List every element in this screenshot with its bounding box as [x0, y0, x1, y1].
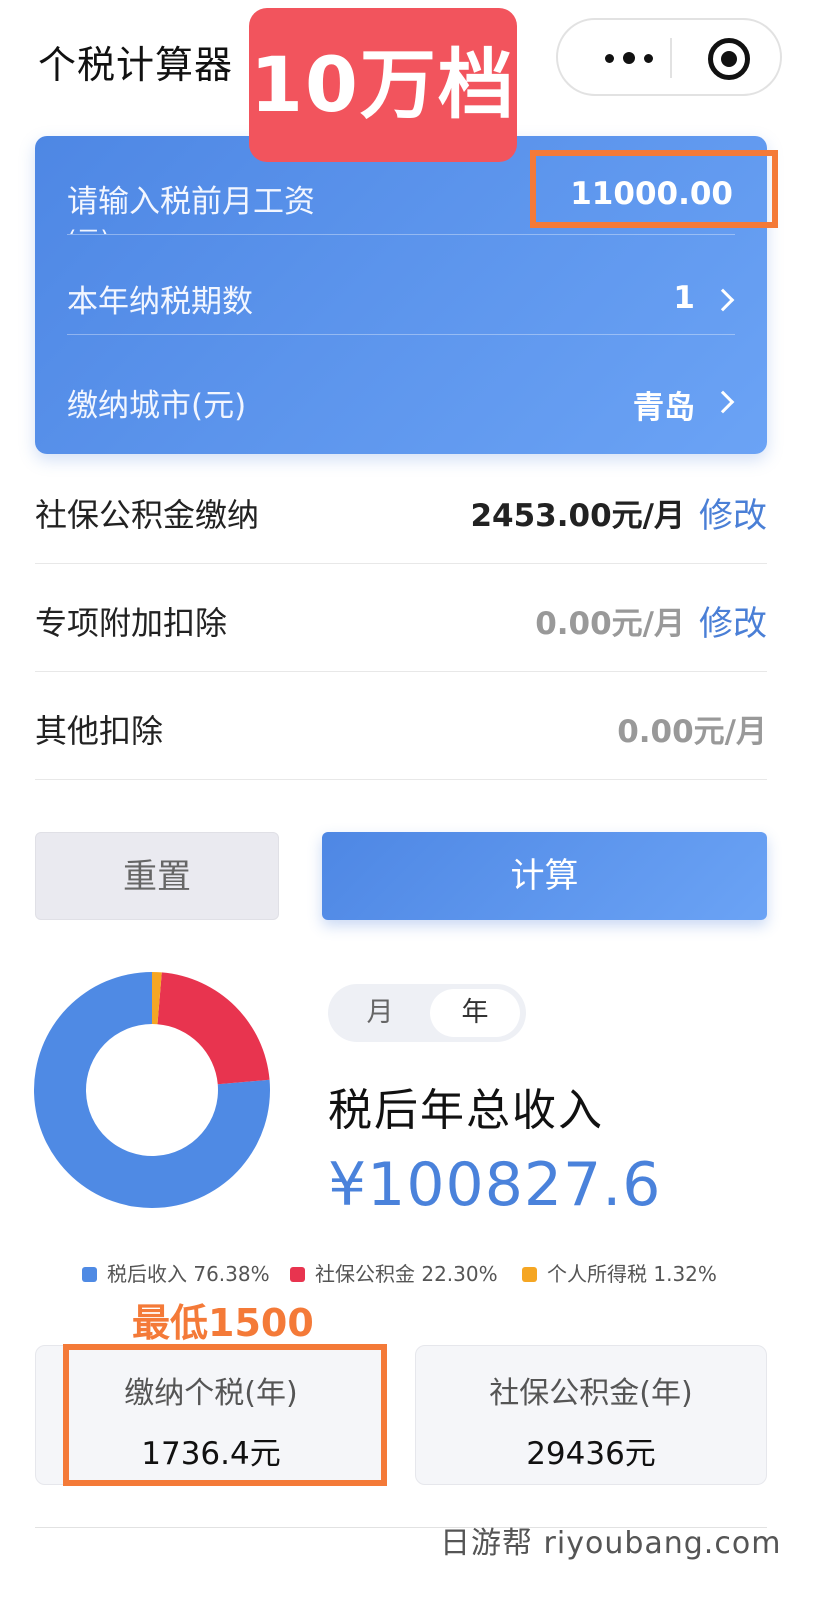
period-value: 1 [673, 280, 695, 316]
city-row[interactable]: 缴纳城市(元) 青岛 [35, 336, 767, 436]
legend-value: 76.38% [193, 1262, 270, 1286]
legend-value: 22.30% [421, 1262, 498, 1286]
watermark: 日游帮 riyoubang.com [440, 1526, 782, 1561]
legend-item: 个人所得税 1.32% [522, 1258, 717, 1287]
capsule-divider [670, 38, 672, 78]
chevron-right-icon [711, 390, 735, 414]
income-donut-chart [34, 972, 270, 1208]
tax-highlight-box [63, 1344, 387, 1486]
salary-label-unit: (元) [67, 220, 110, 234]
legend-label: 社保公积金 [315, 1262, 415, 1286]
deduction-amount: 0.00元/月 [535, 606, 685, 642]
divider [67, 334, 735, 335]
legend-item: 税后收入 76.38% [82, 1258, 270, 1287]
divider [67, 234, 735, 235]
deduction-label: 其他扣除 [35, 712, 164, 750]
legend-label: 个人所得税 [547, 1262, 647, 1286]
mini-program-capsule [556, 18, 782, 96]
chevron-right-icon [711, 288, 735, 312]
salary-label: 请输入税前月工资 [67, 184, 315, 220]
city-value: 青岛 [633, 390, 695, 426]
deduction-row-special: 专项附加扣除 0.00元/月 修改 [35, 564, 767, 672]
toggle-month[interactable]: 月 [336, 984, 424, 1042]
summary-label: 社保公积金(年) [489, 1376, 693, 1411]
deduction-label: 社保公积金缴纳 [35, 496, 260, 534]
legend-swatch [522, 1267, 537, 1282]
period-label: 本年纳税期数 [67, 284, 253, 320]
calculate-button[interactable]: 计算 [322, 832, 767, 920]
deduction-label: 专项附加扣除 [35, 604, 228, 642]
edit-link[interactable]: 修改 [699, 596, 767, 645]
edit-link[interactable]: 修改 [699, 488, 767, 537]
city-label: 缴纳城市(元) [67, 388, 247, 424]
deduction-amount: 0.00元/月 [617, 714, 767, 750]
legend-label: 税后收入 [107, 1262, 187, 1286]
close-target-icon[interactable] [708, 38, 750, 80]
legend-item: 社保公积金 22.30% [290, 1258, 498, 1287]
deduction-row-social: 社保公积金缴纳 2453.00元/月 修改 [35, 456, 767, 564]
deduction-row-other: 其他扣除 0.00元/月 [35, 672, 767, 780]
result-label: 税后年总收入 [328, 1085, 604, 1136]
legend-swatch [82, 1267, 97, 1282]
more-menu-icon[interactable] [594, 40, 664, 76]
page-title: 个税计算器 [38, 43, 234, 87]
minimum-note: 最低1500 [132, 1301, 314, 1345]
donut-slice-2 [157, 972, 270, 1085]
period-toggle: 月 年 [328, 984, 526, 1042]
deduction-amount: 2453.00元/月 [470, 498, 685, 534]
summary-value: 29436元 [526, 1436, 656, 1472]
toggle-year[interactable]: 年 [430, 989, 520, 1037]
social-summary-card: 社保公积金(年) 29436元 [415, 1345, 767, 1485]
period-row[interactable]: 本年纳税期数 1 [35, 236, 767, 336]
tier-banner: 10万档 [249, 8, 517, 162]
legend-value: 1.32% [653, 1262, 717, 1286]
result-value: ¥100827.6 [328, 1150, 662, 1220]
salary-highlight-box [530, 150, 778, 228]
reset-button[interactable]: 重置 [35, 832, 279, 920]
legend-swatch [290, 1267, 305, 1282]
